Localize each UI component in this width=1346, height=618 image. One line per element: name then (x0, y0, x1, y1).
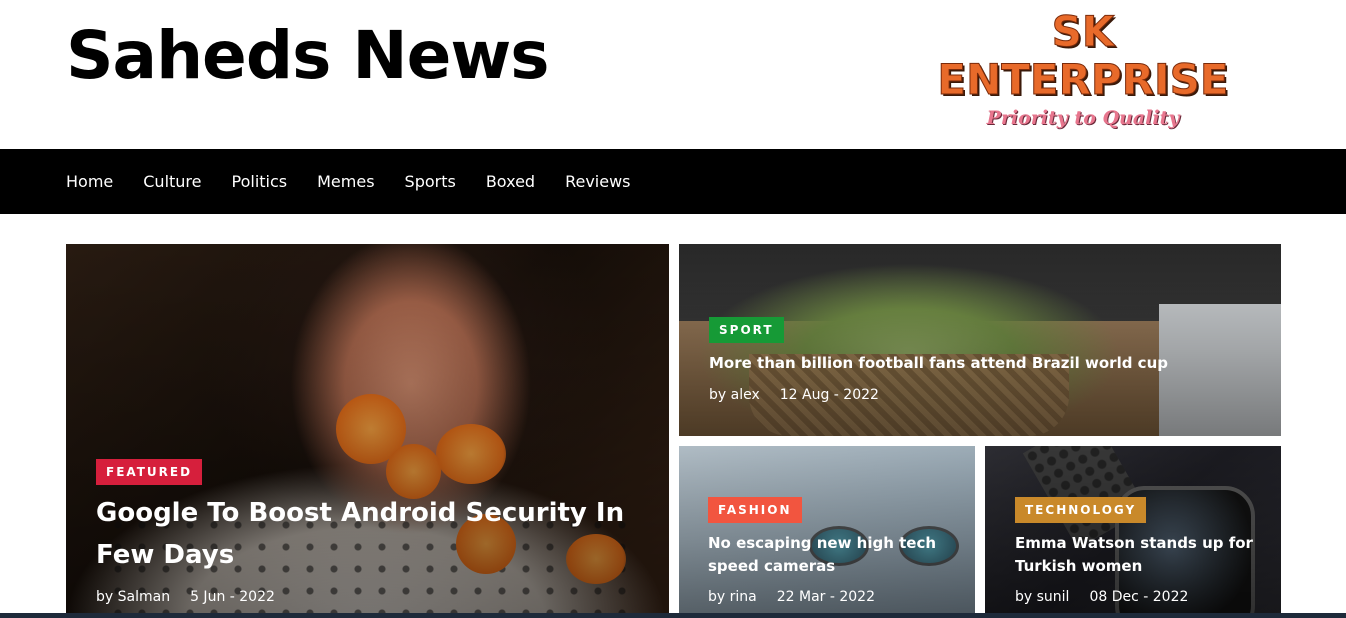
main-navbar: Home Culture Politics Memes Sports Boxed… (0, 149, 1346, 214)
nav-item-sports[interactable]: Sports (405, 172, 456, 191)
post-meta: by Salman 5 Jun - 2022 (96, 589, 275, 605)
nav-item-politics[interactable]: Politics (232, 172, 288, 191)
ad-banner-logo[interactable]: SK ENTERPRISE Priority to Quality (903, 7, 1263, 129)
post-meta: by rina 22 Mar - 2022 (708, 589, 875, 605)
post-date: 5 Jun - 2022 (190, 589, 275, 605)
post-card-technology[interactable]: TECHNOLOGY Emma Watson stands up for Tur… (985, 446, 1281, 618)
nav-item-boxed[interactable]: Boxed (486, 172, 535, 191)
post-meta: by alex 12 Aug - 2022 (709, 387, 879, 403)
ad-tagline: Priority to Quality (986, 107, 1180, 129)
post-card-sport[interactable]: SPORT More than billion football fans at… (679, 244, 1281, 436)
post-title[interactable]: Google To Boost Android Security In Few … (96, 492, 666, 576)
post-title[interactable]: More than billion football fans attend B… (709, 352, 1249, 374)
post-author[interactable]: by alex (709, 387, 760, 403)
category-badge[interactable]: TECHNOLOGY (1015, 497, 1147, 523)
post-date: 12 Aug - 2022 (779, 387, 879, 403)
category-badge[interactable]: SPORT (709, 317, 784, 343)
nav-item-reviews[interactable]: Reviews (565, 172, 630, 191)
post-card-fashion[interactable]: FASHION No escaping new high tech speed … (679, 446, 975, 618)
post-date: 08 Dec - 2022 (1089, 589, 1189, 605)
nav-item-home[interactable]: Home (66, 172, 113, 191)
post-meta: by sunil 08 Dec - 2022 (1015, 589, 1188, 605)
post-author[interactable]: by rina (708, 589, 757, 605)
nav-menu: Home Culture Politics Memes Sports Boxed… (66, 149, 631, 214)
category-badge[interactable]: FEATURED (96, 459, 203, 485)
ad-brand-name: SK ENTERPRISE (937, 7, 1229, 104)
nav-item-memes[interactable]: Memes (317, 172, 374, 191)
site-title[interactable]: Saheds News (66, 16, 550, 96)
post-author[interactable]: by sunil (1015, 589, 1069, 605)
post-author[interactable]: by Salman (96, 589, 170, 605)
nav-item-culture[interactable]: Culture (143, 172, 201, 191)
post-date: 22 Mar - 2022 (776, 589, 875, 605)
category-badge[interactable]: FASHION (708, 497, 802, 523)
bottom-divider (0, 613, 1346, 618)
post-title[interactable]: No escaping new high tech speed cameras (708, 532, 970, 578)
post-title[interactable]: Emma Watson stands up for Turkish women (1015, 532, 1255, 578)
featured-post-card[interactable]: FEATURED Google To Boost Android Securit… (66, 244, 669, 618)
